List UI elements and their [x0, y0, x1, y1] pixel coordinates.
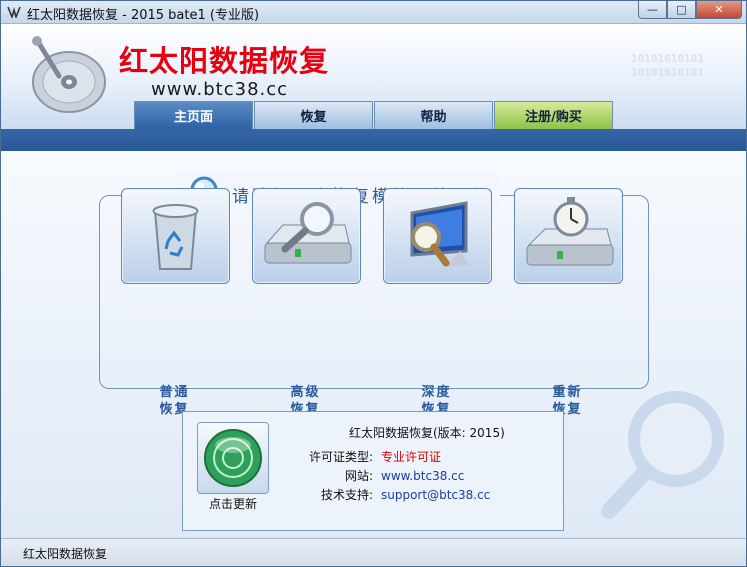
tab-label: 注册/购买 — [525, 110, 582, 125]
version-title: 红太阳数据恢复(版本: 2015) — [349, 426, 505, 440]
window-title: 红太阳数据恢复 - 2015 bate1 (专业版) — [27, 8, 260, 23]
monitor-search-icon — [410, 201, 470, 267]
brand-title: 红太阳数据恢复 — [119, 44, 330, 78]
tab-label: 主页面 — [173, 110, 213, 125]
site-url: www.btc38.cc — [151, 79, 289, 100]
module-label-line: 重新 — [552, 385, 583, 400]
recycle-bin-icon — [152, 204, 199, 270]
module-advanced-recover-button[interactable] — [252, 188, 361, 284]
website-row: 网站: www.btc38.cc — [293, 467, 464, 484]
update-radar-icon — [204, 429, 262, 487]
module-normal-recover-button[interactable] — [121, 188, 230, 284]
module-deep-recover-button[interactable] — [383, 188, 492, 284]
tab-register[interactable]: 注册/购买 — [494, 101, 613, 129]
license-row: 许可证类型: 专业许可证 — [293, 448, 441, 465]
minimize-icon: — — [647, 3, 658, 16]
tab-home[interactable]: 主页面 — [134, 101, 253, 129]
status-bar: 红太阳数据恢复 — [1, 538, 746, 566]
license-label: 许可证类型: — [308, 450, 373, 464]
website-link[interactable]: www.btc38.cc — [381, 469, 464, 483]
tab-help[interactable]: 帮助 — [374, 101, 493, 129]
disk-stopwatch-icon — [526, 197, 614, 266]
module-label-line: 深度 — [421, 385, 452, 400]
license-value: 专业许可证 — [381, 450, 442, 464]
binary-line: 10101010101 — [631, 66, 704, 79]
module-panel: 请选择一个恢复模块开始工作 普通 恢复 高级 恢复 深度 恢复 重新 恢复 — [99, 174, 649, 417]
app-icon — [7, 6, 21, 18]
module-label-line: 普通 — [159, 385, 190, 400]
tab-label: 帮助 — [420, 110, 447, 125]
binary-line: 10101010101 — [631, 52, 704, 65]
support-email-link[interactable]: support@btc38.cc — [381, 488, 490, 502]
tab-bar: 主页面 恢复 帮助 注册/购买 — [1, 101, 746, 129]
tab-underline-band — [1, 129, 746, 151]
maximize-button[interactable]: □ — [667, 1, 696, 19]
support-label: 技术支持: — [320, 488, 373, 502]
module-label-line: 高级 — [290, 385, 321, 400]
website-label: 网站: — [344, 469, 373, 483]
tab-recover[interactable]: 恢复 — [254, 101, 373, 129]
maximize-icon: □ — [676, 3, 687, 16]
support-row: 技术支持: support@btc38.cc — [293, 486, 490, 503]
status-text: 红太阳数据恢复 — [23, 547, 108, 561]
main-content: 请选择一个恢复模块开始工作 普通 恢复 高级 恢复 深度 恢复 重新 恢复 点击… — [1, 151, 746, 538]
app-window: 红太阳数据恢复 - 2015 bate1 (专业版) — □ ✕ 1010101… — [0, 0, 747, 567]
binary-decoration: 10101010101 10101010101 — [631, 52, 704, 80]
close-icon: ✕ — [714, 3, 724, 16]
module-re-recover-button[interactable] — [514, 188, 623, 284]
title-bar[interactable]: 红太阳数据恢复 - 2015 bate1 (专业版) — □ ✕ — [1, 1, 746, 24]
info-panel: 点击更新 红太阳数据恢复(版本: 2015) 许可证类型: 专业许可证 网站: ww… — [182, 411, 564, 531]
minimize-button[interactable]: — — [638, 1, 667, 19]
update-label: 点击更新 — [208, 497, 257, 511]
disk-search-icon — [264, 202, 352, 264]
update-button[interactable] — [197, 422, 269, 494]
window-controls: — □ ✕ — [638, 1, 742, 19]
tab-label: 恢复 — [300, 110, 327, 125]
close-button[interactable]: ✕ — [696, 1, 742, 19]
